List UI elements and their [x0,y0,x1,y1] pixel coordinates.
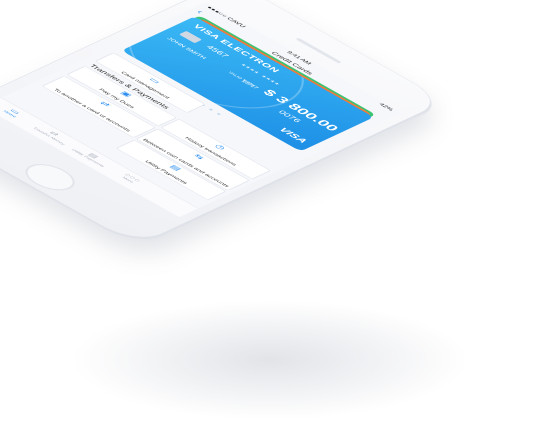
cards-transfer-icon: ⇆ [191,153,206,161]
clock-icon: ◷ [212,143,227,151]
device-shadow [70,300,470,420]
wallet-icon: ▣ [118,90,134,99]
card-icon: ▭ [146,76,162,85]
card-balance: $ 3 800.00 [259,87,342,133]
pager-dot[interactable] [208,108,214,111]
pager-dot[interactable] [216,112,222,116]
receipt-icon: ▤ [167,164,183,172]
phone-device: ●●●○○ CAVU 9:41 AM 42% ‹ Credit Cards VI… [0,0,448,248]
user-transfer-icon: ⇄ [97,100,112,108]
